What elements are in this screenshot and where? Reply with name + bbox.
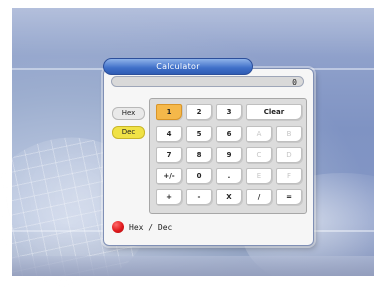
key-button[interactable]: 3 — [216, 104, 242, 120]
key-button: F — [276, 168, 302, 184]
key-button[interactable]: + — [156, 189, 182, 205]
key-button[interactable]: 4 — [156, 126, 182, 142]
key-button[interactable]: X — [216, 189, 242, 205]
bottom-strip — [12, 256, 374, 276]
key-button[interactable]: 2 — [186, 104, 212, 120]
key-button: C — [246, 147, 272, 163]
key-button: D — [276, 147, 302, 163]
key-button[interactable]: 1 — [156, 104, 182, 120]
key-button[interactable]: 6 — [216, 126, 242, 142]
dec-mode-button[interactable]: Dec — [112, 126, 145, 139]
calculator-title: Calculator — [103, 58, 253, 75]
red-button-icon — [112, 221, 124, 233]
key-button[interactable]: / — [246, 189, 272, 205]
key-button: A — [246, 126, 272, 142]
key-button[interactable]: - — [186, 189, 212, 205]
legend-label: Hex / Dec — [129, 223, 173, 232]
key-button[interactable]: 8 — [186, 147, 212, 163]
calculator-display: 0 — [111, 76, 304, 87]
key-button[interactable]: 0 — [186, 168, 212, 184]
key-clear[interactable]: Clear — [246, 104, 302, 120]
key-button[interactable]: 9 — [216, 147, 242, 163]
keypad: 1 2 3 Clear 4 5 6 A B 7 8 9 C D +/- 0. E F + - X / = — [149, 98, 307, 214]
key-button[interactable]: . — [216, 168, 242, 184]
key-button[interactable]: 5 — [186, 126, 212, 142]
key-button: B — [276, 126, 302, 142]
key-button[interactable]: = — [276, 189, 302, 205]
key-button: E — [246, 168, 272, 184]
tv-screen: Calculator 0 Hex Dec 1 2 3 Clear 4 5 6 A B 7 8 9 C D +… — [0, 0, 386, 290]
key-button[interactable]: 7 — [156, 147, 182, 163]
key-button[interactable]: +/- — [156, 168, 182, 184]
hex-mode-button[interactable]: Hex — [112, 107, 145, 120]
